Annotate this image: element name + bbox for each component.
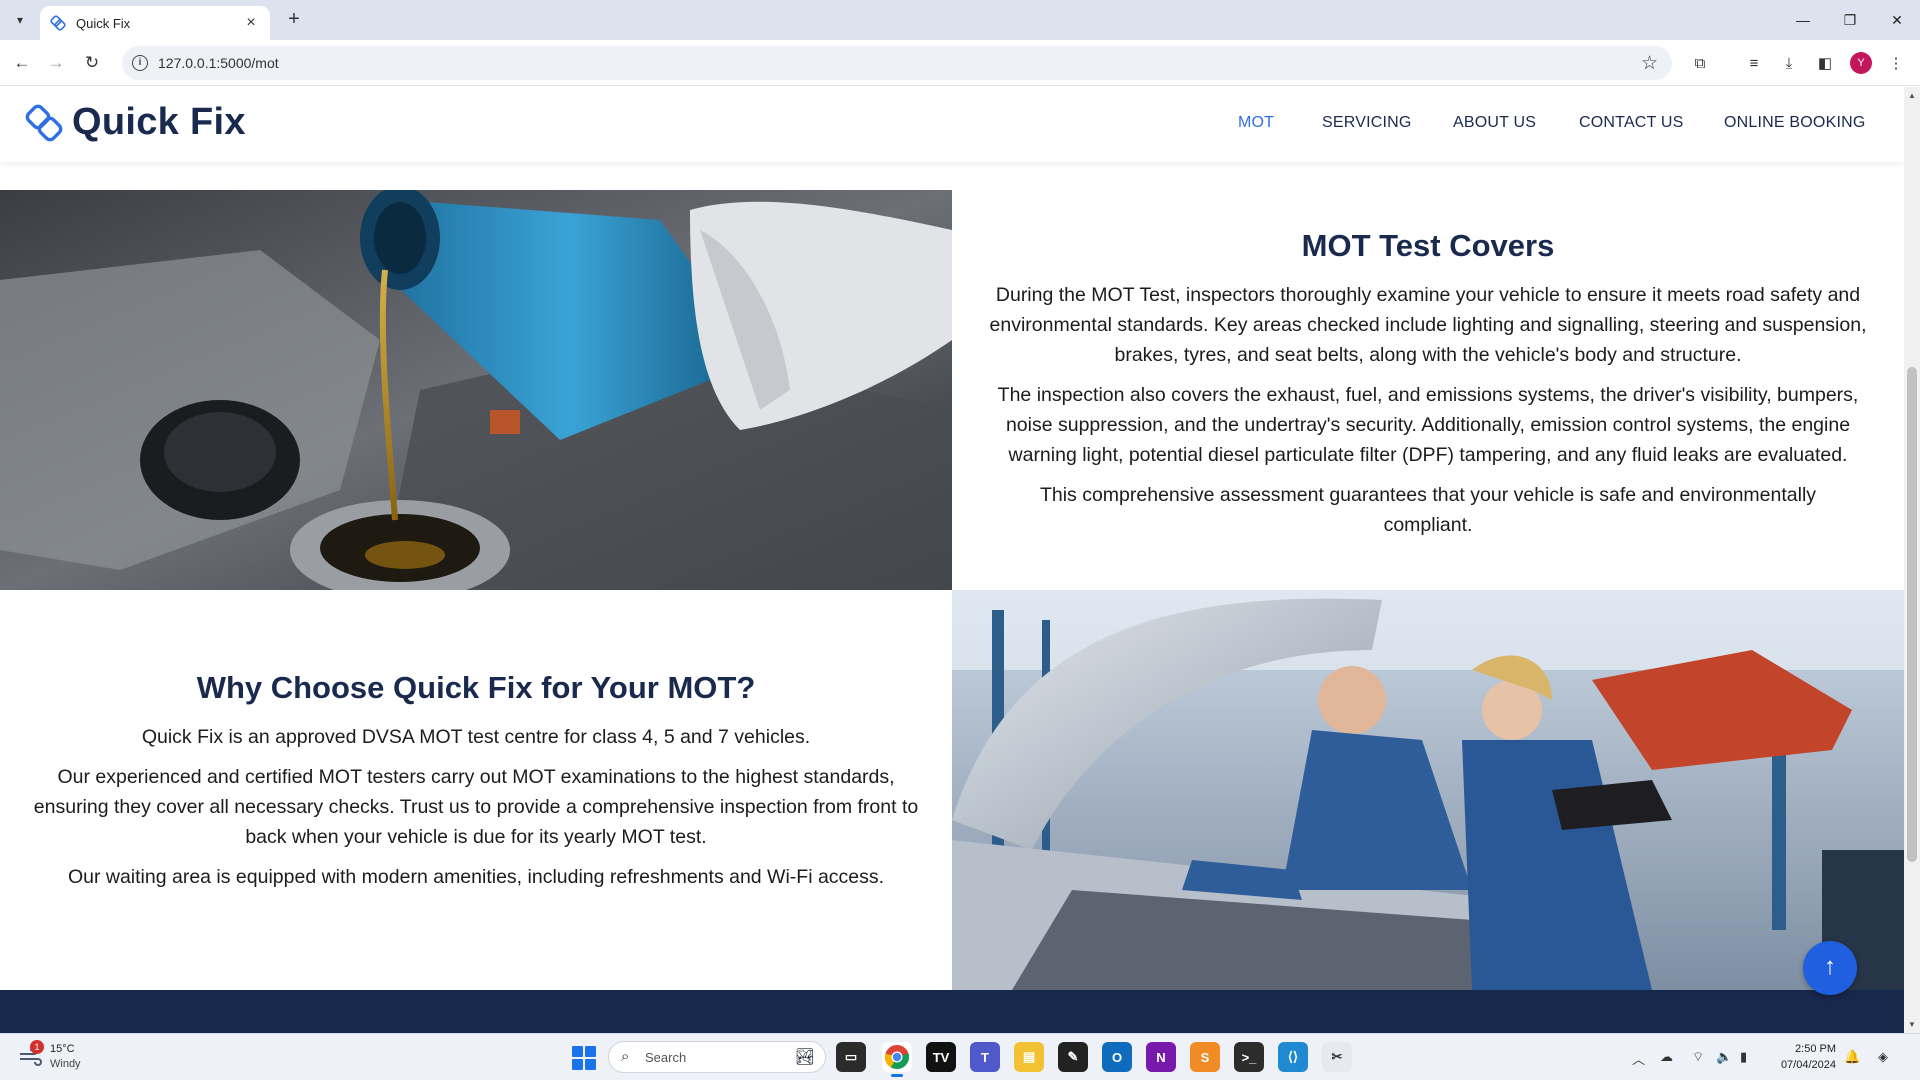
footer-band bbox=[0, 990, 1904, 1033]
page-viewport: Quick Fix MOT SERVICING ABOUT US CONTACT… bbox=[0, 87, 1904, 1033]
battery-icon[interactable]: ▮ bbox=[1740, 1049, 1747, 1065]
nav-contact-us[interactable]: CONTACT US bbox=[1579, 114, 1684, 132]
windows-taskbar: 1 15°C Windy ⌕ Search 🏞 ▭ TV T ▤ ✎ O N S… bbox=[0, 1033, 1920, 1080]
site-info-icon[interactable]: i bbox=[132, 55, 148, 71]
file-explorer-icon[interactable]: ▤ bbox=[1014, 1042, 1044, 1072]
covers-paragraph-2: The inspection also covers the exhaust, … bbox=[997, 384, 1859, 466]
tab-title: Quick Fix bbox=[76, 15, 131, 31]
forward-arrow-icon[interactable]: → bbox=[44, 51, 68, 75]
new-tab-button[interactable]: + bbox=[282, 8, 306, 32]
onenote-icon[interactable]: N bbox=[1146, 1042, 1176, 1072]
mechanics-image bbox=[952, 590, 1904, 990]
weather-temperature[interactable]: 15°C bbox=[50, 1043, 75, 1055]
tab-close-icon[interactable]: × bbox=[242, 14, 260, 32]
outlook-icon[interactable]: O bbox=[1102, 1042, 1132, 1072]
sublime-icon[interactable]: S bbox=[1190, 1042, 1220, 1072]
windows-start-icon[interactable] bbox=[572, 1046, 596, 1070]
onedrive-cloud-icon[interactable]: ☁ bbox=[1660, 1049, 1673, 1065]
why-choose-title: Why Choose Quick Fix for Your MOT? bbox=[196, 670, 756, 705]
clock-time[interactable]: 2:50 PM bbox=[1790, 1043, 1836, 1055]
restore-button[interactable]: ❐ bbox=[1827, 0, 1873, 40]
extensions-puzzle-icon[interactable]: ⧉ bbox=[1688, 51, 1712, 75]
snipping-tool-icon[interactable]: ✂ bbox=[1322, 1042, 1352, 1072]
clock-date[interactable]: 07/04/2024 bbox=[1774, 1059, 1836, 1071]
tab-search-chevron-icon[interactable]: ▾ bbox=[8, 8, 32, 32]
quick-fix-favicon-icon bbox=[50, 15, 66, 31]
covers-paragraph-3: This comprehensive assessment guarantees… bbox=[1039, 484, 1817, 536]
brand-name[interactable]: Quick Fix bbox=[72, 101, 246, 144]
scroll-up-arrow-icon[interactable]: ▲ bbox=[1908, 91, 1916, 100]
why-paragraph-1: Quick Fix is an approved DVSA MOT test c… bbox=[141, 726, 811, 748]
page-scrollbar[interactable]: ▲ ▼ bbox=[1904, 87, 1920, 1033]
task-view-icon[interactable]: ▭ bbox=[836, 1042, 866, 1072]
media-control-icon[interactable]: ≡ bbox=[1742, 51, 1766, 75]
browser-toolbar: ← → ↻ i 127.0.0.1:5000/mot ☆ ⧉ ≡ ⤓ ◧ ⋮ bbox=[0, 40, 1920, 86]
tradingview-icon[interactable]: TV bbox=[926, 1042, 956, 1072]
arrow-up-icon: ↑ bbox=[1824, 953, 1836, 980]
reload-icon[interactable]: ↻ bbox=[80, 51, 104, 75]
nav-about-us[interactable]: ABOUT US bbox=[1453, 114, 1536, 132]
weather-alert-badge: 1 bbox=[30, 1040, 44, 1054]
back-to-top-button[interactable]: ↑ bbox=[1803, 941, 1857, 995]
browser-tab-strip: ▾ Quick Fix × + — ❐ ✕ bbox=[0, 0, 1920, 40]
profile-avatar[interactable]: Y bbox=[1850, 52, 1872, 74]
teams-icon[interactable]: T bbox=[970, 1042, 1000, 1072]
nav-online-booking[interactable]: ONLINE BOOKING bbox=[1724, 114, 1866, 132]
bookmark-star-icon[interactable]: ☆ bbox=[1641, 52, 1658, 75]
oil-pour-image bbox=[0, 190, 952, 590]
close-window-button[interactable]: ✕ bbox=[1874, 0, 1920, 40]
taskbar-search[interactable]: ⌕ Search 🏞 bbox=[608, 1041, 826, 1073]
scroll-down-arrow-icon[interactable]: ▼ bbox=[1908, 1020, 1916, 1029]
back-arrow-icon[interactable]: ← bbox=[10, 51, 34, 75]
site-header: Quick Fix MOT SERVICING ABOUT US CONTACT… bbox=[0, 87, 1904, 162]
scrollbar-thumb[interactable] bbox=[1907, 367, 1917, 862]
why-paragraph-3: Our waiting area is equipped with modern… bbox=[67, 866, 885, 888]
search-highlight-icon: 🏞 bbox=[794, 1049, 815, 1066]
terminal-icon[interactable]: >_ bbox=[1234, 1042, 1264, 1072]
nav-mot[interactable]: MOT bbox=[1238, 114, 1274, 132]
browser-menu-icon[interactable]: ⋮ bbox=[1884, 51, 1908, 75]
minimize-button[interactable]: — bbox=[1780, 0, 1826, 40]
copilot-icon[interactable]: ◈ bbox=[1878, 1049, 1888, 1065]
search-placeholder: Search bbox=[645, 1050, 687, 1065]
download-icon[interactable]: ⤓ bbox=[1777, 51, 1801, 75]
why-choose-section: Why Choose Quick Fix for Your MOT? Quick… bbox=[24, 590, 928, 990]
pen-app-icon[interactable]: ✎ bbox=[1058, 1042, 1088, 1072]
mot-test-covers-section: MOT Test Covers During the MOT Test, ins… bbox=[976, 190, 1880, 590]
volume-icon[interactable]: 🔈 bbox=[1716, 1049, 1732, 1065]
tray-chevron-icon[interactable]: ︿ bbox=[1632, 1049, 1645, 1068]
browser-tab-active[interactable]: Quick Fix × bbox=[40, 6, 270, 40]
covers-paragraph-1: During the MOT Test, inspectors thorough… bbox=[989, 284, 1867, 366]
quick-fix-logo-icon[interactable] bbox=[24, 103, 64, 143]
wifi-icon[interactable]: ⌔ bbox=[1692, 1049, 1704, 1065]
vscode-icon[interactable]: ⟨⟩ bbox=[1278, 1042, 1308, 1072]
mot-test-covers-title: MOT Test Covers bbox=[1301, 228, 1555, 263]
why-paragraph-2: Our experienced and certified MOT tester… bbox=[33, 766, 919, 848]
chrome-icon[interactable] bbox=[882, 1042, 912, 1077]
side-panel-icon[interactable]: ◧ bbox=[1813, 51, 1837, 75]
search-icon: ⌕ bbox=[621, 1048, 630, 1065]
url-text[interactable]: 127.0.0.1:5000/mot bbox=[158, 55, 279, 71]
notification-bell-icon[interactable]: 🔔 bbox=[1844, 1049, 1860, 1065]
nav-servicing[interactable]: SERVICING bbox=[1322, 114, 1412, 132]
address-bar[interactable]: i 127.0.0.1:5000/mot ☆ bbox=[122, 46, 1672, 80]
weather-description[interactable]: Windy bbox=[50, 1058, 81, 1070]
